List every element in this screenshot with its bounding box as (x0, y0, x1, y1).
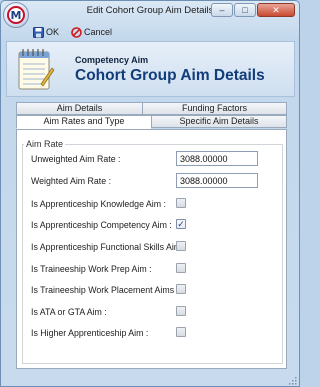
cancel-label: Cancel (84, 27, 113, 37)
tab-funding-factors[interactable]: Funding Factors (142, 102, 287, 115)
traineeship-work-prep-aim-label: Is Traineeship Work Prep Aim : (31, 264, 152, 274)
checkmark-icon: ✓ (177, 218, 185, 229)
maximize-button[interactable]: □ (234, 3, 256, 17)
tab-content-panel: Aim Rate Unweighted Aim Rate : Weighted … (16, 129, 287, 369)
apprenticeship-competency-aim-label: Is Apprenticeship Competency Aim : (31, 220, 172, 230)
window-controls: – □ ✕ (211, 3, 295, 17)
apprenticeship-knowledge-aim-label: Is Apprenticeship Knowledge Aim : (31, 199, 166, 209)
apprenticeship-functional-skills-aim-checkbox[interactable] (176, 241, 186, 251)
cancel-icon (71, 26, 82, 38)
ok-label: OK (46, 27, 60, 37)
tab-specific-aim-details[interactable]: Specific Aim Details (151, 115, 287, 128)
app-logo-icon[interactable]: M (3, 2, 29, 28)
higher-apprenticeship-aim-checkbox[interactable] (176, 327, 186, 337)
status-bar (2, 374, 299, 386)
tab-aim-details[interactable]: Aim Details (16, 102, 143, 115)
header-subtitle: Competency Aim (75, 55, 149, 65)
ata-or-gta-aim-checkbox[interactable] (176, 306, 186, 316)
unweighted-aim-rate-label: Unweighted Aim Rate : (31, 154, 121, 164)
app-logo-letter: M (7, 6, 25, 24)
apprenticeship-knowledge-aim-checkbox[interactable] (176, 198, 186, 208)
tab-aim-rates-and-type[interactable]: Aim Rates and Type (16, 115, 152, 129)
weighted-aim-rate-label: Weighted Aim Rate : (31, 176, 112, 186)
toolbar: OK Cancel (33, 25, 112, 39)
traineeship-work-prep-aim-checkbox[interactable] (176, 263, 186, 273)
ok-button[interactable]: OK (33, 26, 60, 38)
close-button[interactable]: ✕ (257, 3, 295, 17)
cancel-button[interactable]: Cancel (71, 26, 113, 38)
save-icon (33, 26, 44, 38)
traineeship-work-placement-aims-checkbox[interactable] (176, 284, 186, 294)
resize-grip-icon[interactable] (287, 375, 297, 385)
higher-apprenticeship-aim-label: Is Higher Apprenticeship Aim : (31, 328, 149, 338)
aim-rate-group-label: Aim Rate (24, 139, 66, 149)
ata-or-gta-aim-label: Is ATA or GTA Aim : (31, 307, 107, 317)
title-bar[interactable]: Edit Cohort Group Aim Details – □ ✕ (1, 1, 299, 21)
traineeship-work-placement-aims-label: Is Traineeship Work Placement Aims : (31, 285, 179, 295)
minimize-button[interactable]: – (211, 3, 233, 17)
header-title: Cohort Group Aim Details (75, 67, 265, 84)
notepad-icon (18, 49, 55, 90)
apprenticeship-competency-aim-checkbox[interactable]: ✓ (176, 219, 186, 229)
unweighted-aim-rate-input[interactable] (176, 151, 258, 166)
header-panel: Competency Aim Cohort Group Aim Details (6, 41, 295, 97)
weighted-aim-rate-input[interactable] (176, 173, 258, 188)
apprenticeship-functional-skills-aim-label: Is Apprenticeship Functional Skills Aim … (31, 242, 186, 252)
dialog-window: Edit Cohort Group Aim Details – □ ✕ M OK… (0, 0, 300, 387)
